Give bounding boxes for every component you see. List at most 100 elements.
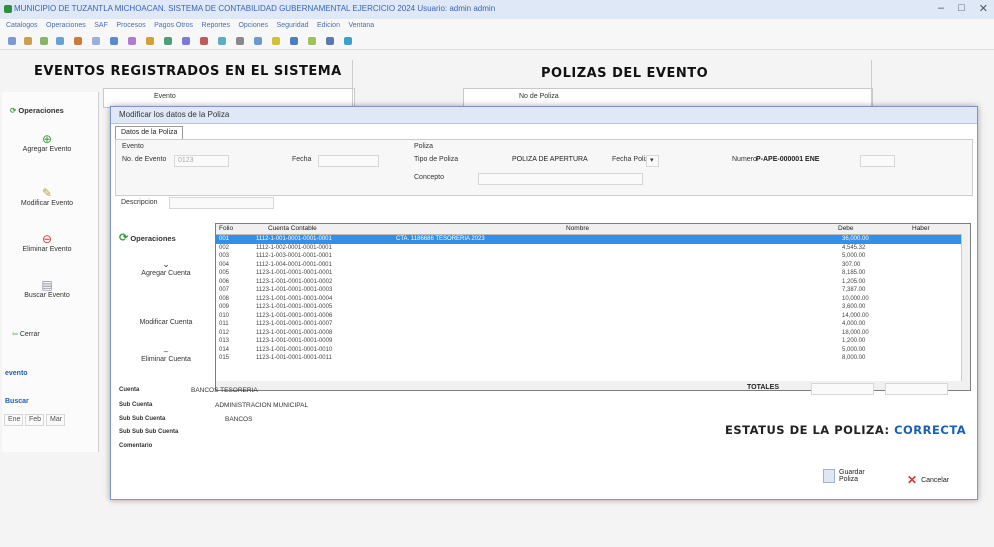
toolbar-icon-3[interactable] [40, 37, 48, 45]
table-row[interactable]: 006 1123-1-001-0001-0001-0002 1,205.00 [216, 278, 970, 287]
menu-procesos[interactable]: Procesos [116, 19, 145, 33]
modificar-evento-button[interactable]: ✎ Modificar Evento [2, 186, 92, 207]
no-evento-field[interactable]: 0123 [174, 155, 229, 167]
operaciones-label: Operaciones [18, 106, 64, 115]
table-cell: 1112-1-002-0001-0001-0001 [256, 244, 332, 251]
toolbar-icon-11[interactable] [182, 37, 190, 45]
tipo-poliza-field[interactable]: POLIZA DE APERTURA [512, 156, 588, 163]
concepto-field[interactable] [478, 173, 643, 185]
numero-field[interactable]: P-APE-000001 ENE [756, 156, 819, 163]
toolbar-icon-8[interactable] [128, 37, 136, 45]
agregar-cuenta-button[interactable]: ⌄ Agregar Cuenta [121, 259, 211, 277]
menu-catalogos[interactable]: Catalogos [6, 19, 38, 33]
table-cell: 1123-1-001-0001-0001-0003 [256, 287, 333, 293]
minimize-icon[interactable]: – [938, 2, 944, 15]
menu-reportes[interactable]: Reportes [202, 19, 230, 33]
tab-datos-poliza[interactable]: Datos de la Poliza [115, 126, 184, 139]
menu-saf[interactable]: SAF [94, 19, 108, 33]
menu-opciones[interactable]: Opciones [238, 19, 268, 33]
cancelar-button[interactable]: ✕ Cancelar [907, 473, 949, 487]
toolbar-icon-15[interactable] [254, 37, 262, 45]
table-cell: 1123-1-001-0001-0001-0005 [256, 304, 333, 310]
toolbar-icon-19[interactable] [326, 37, 334, 45]
add-icon: ⊕ [41, 132, 53, 146]
table-cell: 008 [219, 295, 230, 302]
toolbar-icon-7[interactable] [110, 37, 118, 45]
cuentas-grid[interactable]: Folio Cuenta Contable Nombre Debe Haber … [215, 223, 971, 383]
table-cell: 3,600.00 [842, 304, 866, 310]
tipo-poliza-label: Tipo de Poliza [414, 156, 459, 163]
menu-ventana[interactable]: Ventana [348, 19, 374, 33]
subcuenta-value: ADMINISTRACION MUNICIPAL [215, 402, 309, 409]
toolbar-icon-4[interactable] [56, 37, 64, 45]
eliminar-evento-button[interactable]: ⊖ Eliminar Evento [2, 232, 92, 253]
buscar-link[interactable]: Buscar [5, 398, 29, 405]
eventos-sidebar: ⟳ Operaciones ⊕ Agregar Evento ✎ Modific… [2, 92, 99, 452]
descripcion-field[interactable] [169, 197, 274, 209]
close-icon[interactable]: ✕ [979, 2, 988, 15]
toolbar-icon-5[interactable] [74, 37, 82, 45]
table-cell: 005 [219, 270, 230, 276]
toolbar-icon-18[interactable] [308, 37, 316, 45]
evento-link[interactable]: evento [5, 370, 28, 377]
table-row[interactable]: 014 1123-1-001-0001-0001-0010 5,000.00 [216, 346, 970, 355]
table-cell: 14,000.00 [842, 312, 869, 319]
toolbar-icon-2[interactable] [24, 37, 32, 45]
toolbar-icon-12[interactable] [200, 37, 208, 45]
toolbar-icon-13[interactable] [218, 37, 226, 45]
table-row[interactable]: 013 1123-1-001-0001-0001-0009 1,200.00 [216, 337, 970, 346]
poliza-section-label: Poliza [414, 143, 434, 150]
table-row[interactable]: 010 1123-1-001-0001-0001-0006 14,000.00 [216, 312, 970, 321]
table-row[interactable]: 004 1112-1-004-0001-0001-0001 307.00 [216, 261, 970, 270]
table-row[interactable]: 005 1123-1-001-0001-0001-0001 8,185.00 [216, 269, 970, 278]
eliminar-cuenta-button[interactable]: – Eliminar Cuenta [121, 347, 211, 363]
month-tab-mar[interactable]: Mar [46, 414, 65, 426]
numero-label: Numero [732, 156, 757, 163]
toolbar-icon-20[interactable] [344, 37, 352, 45]
table-cell: 010 [219, 312, 230, 319]
table-row[interactable]: 003 1112-1-003-0001-0001-0001 5,000.00 [216, 252, 970, 261]
calendar-icon[interactable]: ▾ [646, 155, 659, 167]
delete-account-icon: – [163, 347, 169, 356]
agregar-evento-button[interactable]: ⊕ Agregar Evento [2, 132, 92, 153]
toolbar-icon-6[interactable] [92, 37, 100, 45]
menu-pagos-otros[interactable]: Pagos Otros [154, 19, 193, 33]
modificar-cuenta-button[interactable]: Modificar Cuenta [121, 319, 211, 326]
toolbar-icon-10[interactable] [164, 37, 172, 45]
table-row[interactable]: 011 1123-1-001-0001-0001-0007 4,000.00 [216, 320, 970, 329]
month-tab-feb[interactable]: Feb [25, 414, 44, 426]
table-row[interactable]: 007 1123-1-001-0001-0001-0003 7,387.00 [216, 286, 970, 295]
table-row[interactable]: 002 1112-1-002-0001-0001-0001 4,545.32 [216, 244, 970, 253]
table-cell: 009 [219, 304, 230, 310]
add-account-icon: ⌄ [162, 259, 170, 269]
fecha-field[interactable] [318, 155, 379, 167]
toolbar-icon-16[interactable] [272, 37, 280, 45]
guardar-poliza-button[interactable]: Guardar Poliza [823, 469, 869, 483]
menu-edicion[interactable]: Edicion [317, 19, 340, 33]
toolbar-icon-14[interactable] [236, 37, 244, 45]
column-folio[interactable]: Folio [219, 225, 233, 232]
toolbar-icon-17[interactable] [290, 37, 298, 45]
table-row[interactable]: 001 1112-1-001-0001-0001-0001 CTA. 1186686… [216, 235, 970, 244]
column-haber[interactable]: Haber [912, 225, 930, 232]
table-cell: 015 [219, 355, 230, 361]
table-cell: 1112-1-001-0001-0001-0001 [256, 236, 332, 242]
toolbar-icon-9[interactable] [146, 37, 154, 45]
estado-field[interactable] [860, 155, 895, 167]
table-row[interactable]: 008 1123-1-001-0001-0001-0004 10,000.00 [216, 295, 970, 304]
cerrar-button[interactable]: ⇦ Cerrar [2, 330, 102, 338]
month-tab-ene[interactable]: Ene [4, 414, 23, 426]
table-row[interactable]: 009 1123-1-001-0001-0001-0005 3,600.00 [216, 303, 970, 312]
menu-operaciones[interactable]: Operaciones [46, 19, 86, 33]
toolbar-icon-1[interactable] [8, 37, 16, 45]
column-debe[interactable]: Debe [838, 225, 854, 232]
maximize-icon[interactable]: □ [958, 2, 965, 15]
column-cuenta[interactable]: Cuenta Contable [268, 225, 317, 232]
table-row[interactable]: 012 1123-1-001-0001-0001-0008 18,000.00 [216, 329, 970, 338]
table-row[interactable]: 015 1123-1-001-0001-0001-0011 8,000.00 [216, 354, 970, 363]
column-nombre[interactable]: Nombre [566, 225, 589, 232]
refresh-icon: ⟳ [10, 106, 17, 115]
menu-seguridad[interactable]: Seguridad [277, 19, 309, 33]
grid-vertical-scrollbar[interactable] [961, 234, 970, 382]
buscar-evento-button[interactable]: ▤ Buscar Evento [2, 278, 92, 299]
